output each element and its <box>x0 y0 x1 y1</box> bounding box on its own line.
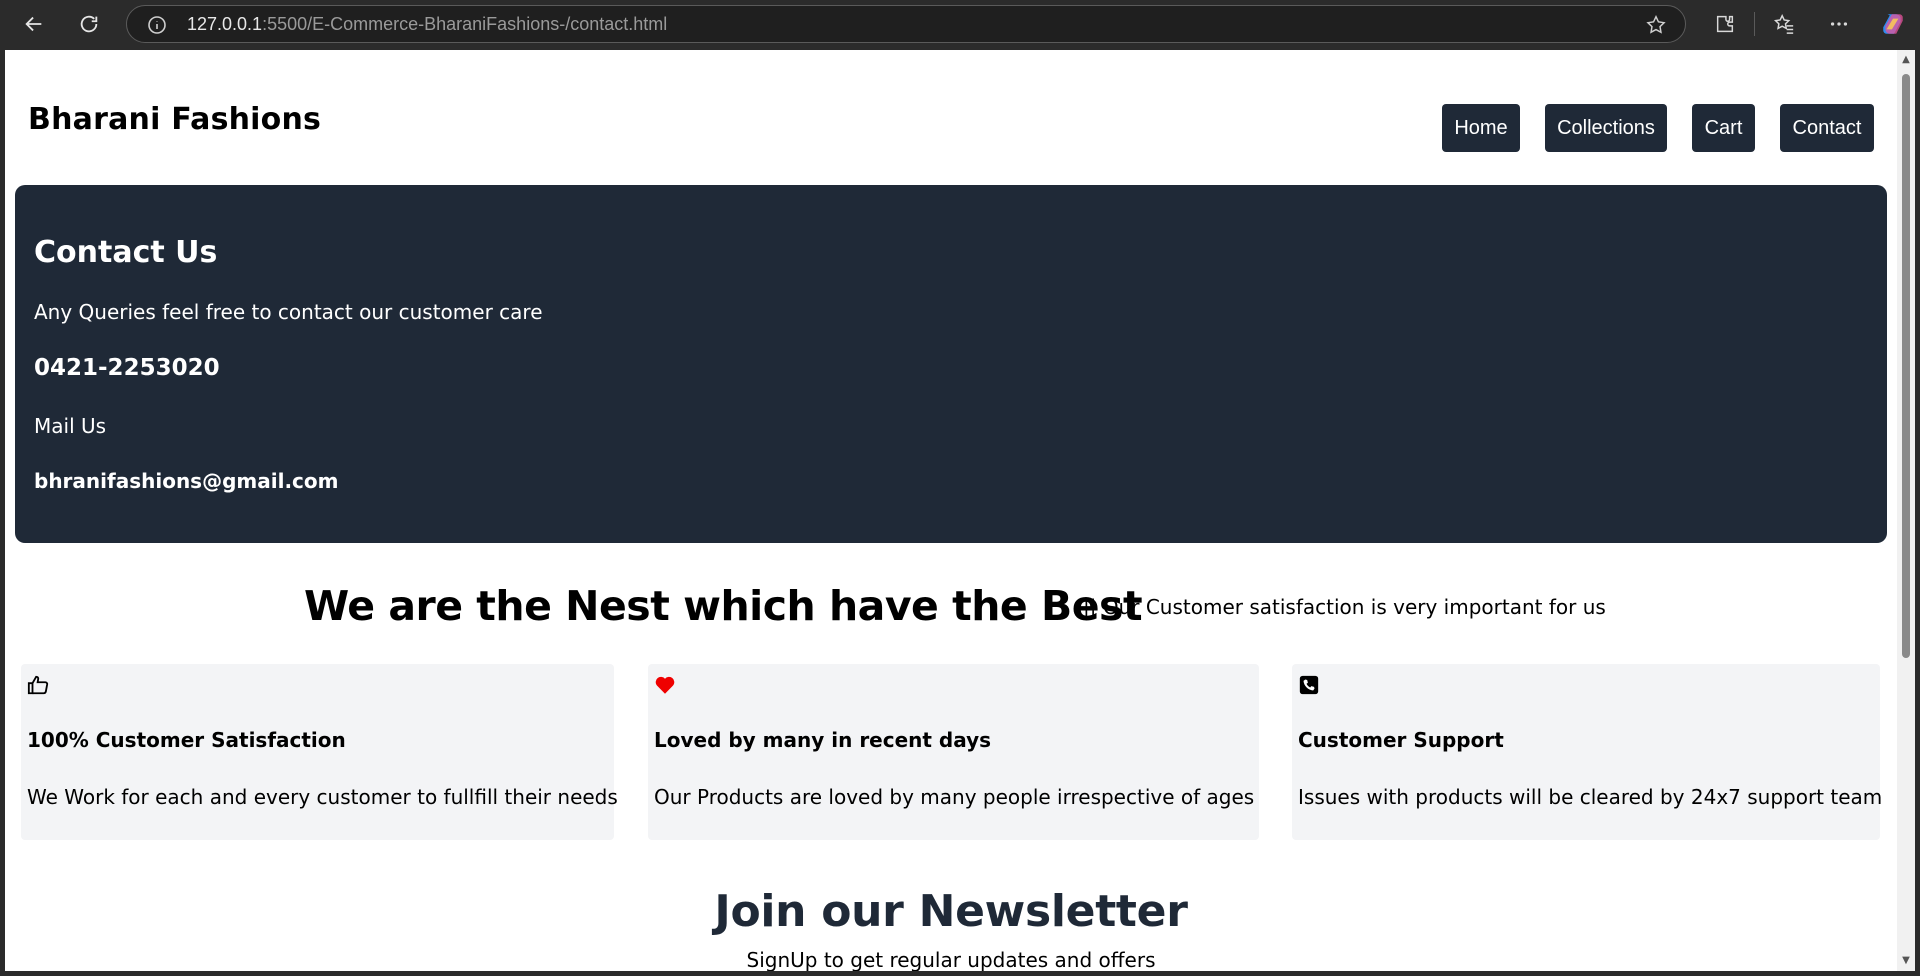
url-path: :5500/E-Commerce-BharaniFashions-/contac… <box>262 14 668 34</box>
nav-collections[interactable]: Collections <box>1545 104 1667 152</box>
feature-card: Loved by many in recent days Our Product… <box>648 664 1259 840</box>
thumbs-up-icon <box>27 674 49 696</box>
feature-desc: We Work for each and every customer to f… <box>27 785 618 809</box>
phone-icon <box>1298 674 1320 696</box>
nav-home[interactable]: Home <box>1442 104 1520 152</box>
contact-intro: Any Queries feel free to contact our cus… <box>34 300 543 324</box>
url-host: 127.0.0.1 <box>187 14 263 34</box>
heart-icon <box>654 674 676 696</box>
page-scrollbar[interactable]: ▲ ▼ <box>1897 50 1915 971</box>
feature-card: Customer Support Issues with products wi… <box>1292 664 1883 840</box>
back-icon[interactable] <box>18 8 50 40</box>
site-info-icon[interactable] <box>147 15 167 35</box>
address-bar[interactable]: 127.0.0.1:5500/E-Commerce-BharaniFashion… <box>126 5 1686 43</box>
toolbar-divider <box>1754 12 1755 36</box>
nav-contact[interactable]: Contact <box>1780 104 1874 152</box>
mail-label: Mail Us <box>34 414 107 438</box>
nest-heading: We are the Nest which have the Best <box>304 582 1143 630</box>
page-viewport: Bharani Fashions Home Collections Cart C… <box>5 50 1897 971</box>
scrollbar-thumb[interactable] <box>1902 74 1910 658</box>
extensions-icon[interactable] <box>1712 11 1738 37</box>
contact-panel: Contact Us Any Queries feel free to cont… <box>15 185 1887 543</box>
favorites-icon[interactable] <box>1771 11 1797 37</box>
feature-desc: Issues with products will be cleared by … <box>1298 785 1883 809</box>
favorite-star-icon[interactable] <box>1645 14 1667 36</box>
feature-card: 100% Customer Satisfaction We Work for e… <box>21 664 618 840</box>
feature-title: 100% Customer Satisfaction <box>27 728 346 752</box>
feature-title: Loved by many in recent days <box>654 728 992 752</box>
reload-icon[interactable] <box>73 8 105 40</box>
feature-desc: Our Products are loved by many people ir… <box>654 785 1255 809</box>
site-logo[interactable]: Bharani Fashions <box>28 102 321 137</box>
more-options-icon[interactable] <box>1826 11 1852 37</box>
nest-subtitle: || Our Customer satisfaction is very imp… <box>1083 595 1606 619</box>
url-text[interactable]: 127.0.0.1:5500/E-Commerce-BharaniFashion… <box>187 14 667 35</box>
scroll-up-arrow-icon[interactable]: ▲ <box>1901 55 1911 65</box>
newsletter-subtitle: SignUp to get regular updates and offers <box>746 948 1156 971</box>
feature-title: Customer Support <box>1298 728 1504 752</box>
contact-email: bhranifashions@gmail.com <box>34 469 339 493</box>
nav-cart[interactable]: Cart <box>1692 104 1755 152</box>
newsletter-heading: Join our Newsletter <box>714 886 1188 937</box>
copilot-icon[interactable] <box>1880 11 1906 37</box>
scroll-down-arrow-icon[interactable]: ▼ <box>1901 956 1911 966</box>
contact-phone: 0421-2253020 <box>34 355 220 381</box>
browser-toolbar: 127.0.0.1:5500/E-Commerce-BharaniFashion… <box>0 0 1920 48</box>
contact-heading: Contact Us <box>34 235 218 270</box>
